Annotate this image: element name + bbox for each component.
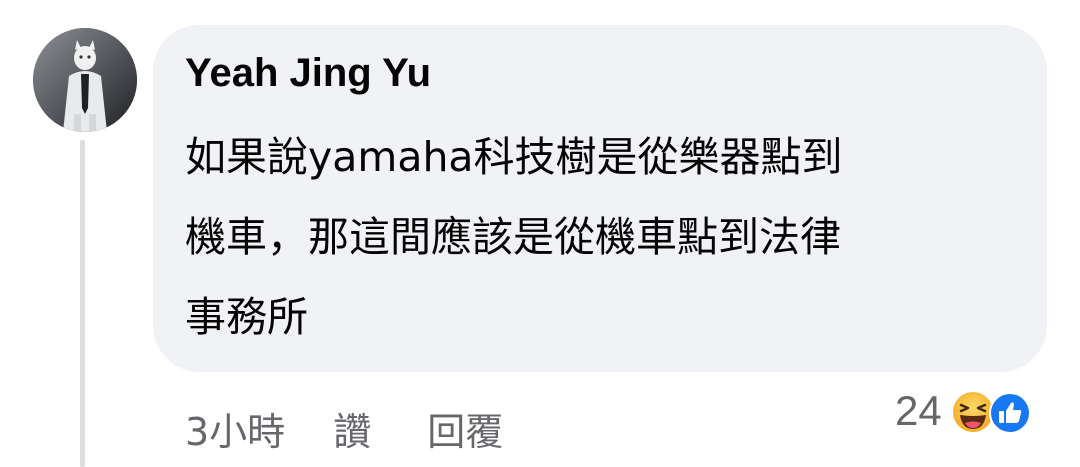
comment: Yeah Jing Yu 如果說yamaha科技樹是從樂器點到 機車，那這間應該…	[0, 0, 1080, 467]
reaction-icons	[950, 387, 1038, 435]
thread-line	[80, 140, 85, 467]
comment-actions: 3小時 讚 回覆	[185, 398, 559, 458]
comment-bubble: Yeah Jing Yu 如果說yamaha科技樹是從樂器點到 機車，那這間應該…	[153, 25, 1047, 372]
reaction-summary[interactable]: 24	[895, 383, 1038, 439]
comment-text-line: 機車，那這間應該是從機車點到法律	[185, 213, 841, 261]
comment-text-line: 事務所	[185, 293, 308, 341]
author-name[interactable]: Yeah Jing Yu	[185, 47, 431, 99]
reply-button[interactable]: 回覆	[427, 401, 503, 456]
like-button[interactable]: 讚	[333, 401, 371, 456]
timestamp[interactable]: 3小時	[185, 401, 285, 456]
avatar[interactable]	[33, 28, 137, 132]
like-icon	[988, 392, 1031, 434]
avatar-image	[33, 28, 137, 132]
comment-text: 如果說yamaha科技樹是從樂器點到 機車，那這間應該是從機車點到法律 事務所	[185, 117, 1025, 357]
reaction-count: 24	[895, 387, 942, 434]
comment-text-line: 如果說yamaha科技樹是從樂器點到	[185, 133, 843, 181]
